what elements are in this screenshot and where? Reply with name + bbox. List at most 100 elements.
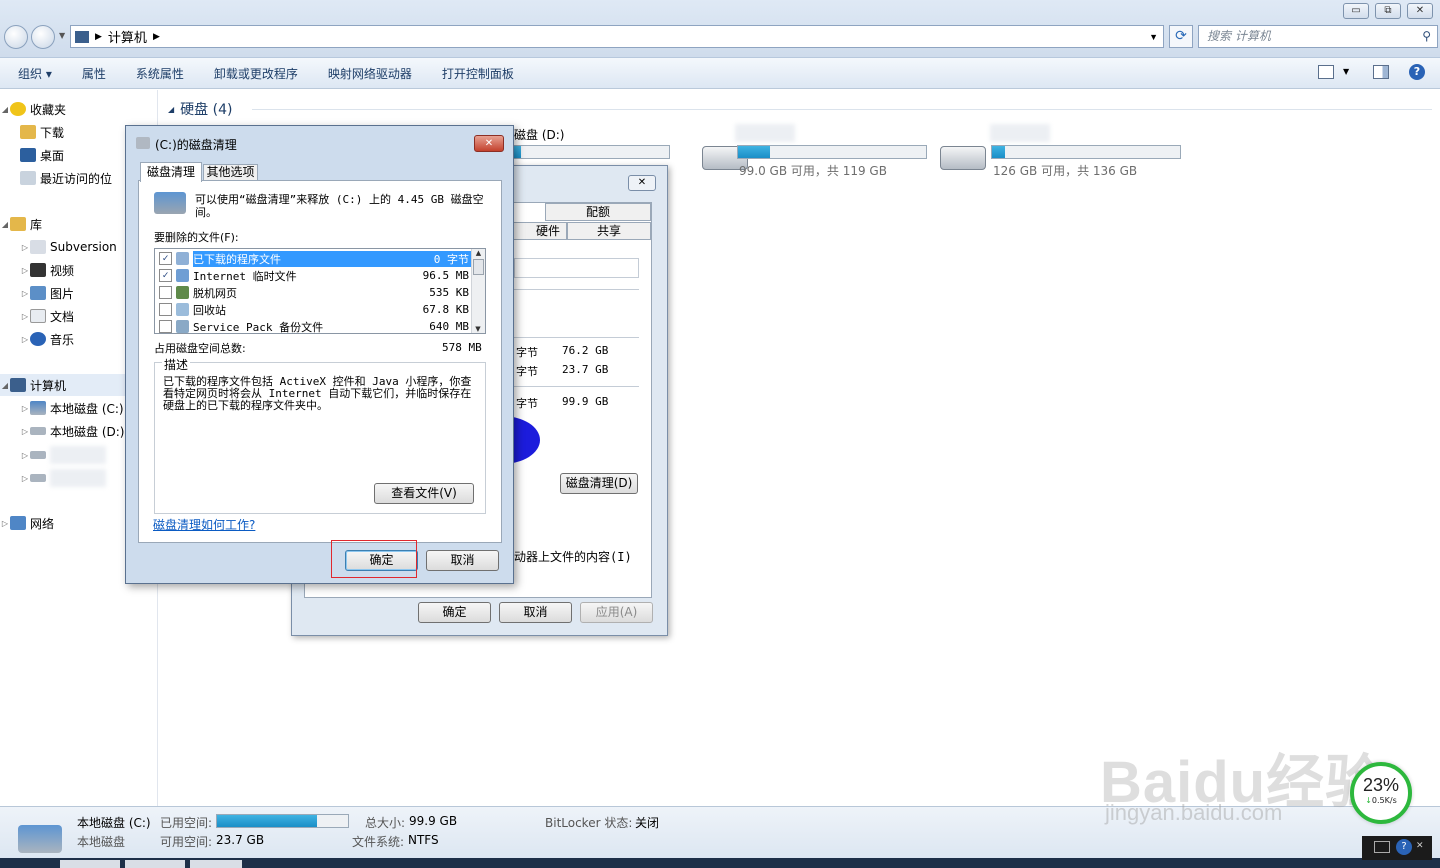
scroll-up-icon[interactable]: ▲ — [472, 249, 485, 257]
taskbar-button[interactable] — [190, 860, 242, 868]
view-options-icon[interactable] — [1318, 65, 1334, 79]
cancel-button[interactable]: 取消 — [499, 602, 572, 623]
section-header[interactable]: ◢ 硬盘 (4) — [168, 99, 232, 119]
close-button[interactable]: ✕ — [628, 175, 656, 191]
tray-close-icon[interactable]: ✕ — [1416, 841, 1424, 851]
uninstall-program-button[interactable]: 卸载或更改程序 — [214, 65, 298, 82]
nav-network[interactable]: ▷ 网络 — [0, 512, 54, 534]
file-row[interactable]: 脱机网页 535 KB — [159, 284, 475, 301]
view-files-button[interactable]: 查看文件(V) — [374, 483, 474, 504]
index-option-label[interactable]: 动器上文件的内容(I) — [514, 548, 632, 565]
maximize-button[interactable]: ⧉ — [1375, 3, 1401, 19]
address-dropdown-icon[interactable]: ▼ — [1149, 32, 1158, 42]
bitlocker-value: 关闭 — [635, 816, 660, 830]
expand-arrow-icon[interactable]: ▷ — [20, 427, 30, 436]
tab-disk-cleanup[interactable]: 磁盘清理 — [140, 162, 202, 182]
minimize-button[interactable]: ▭ — [1343, 3, 1369, 19]
nav-music[interactable]: ▷ 音乐 — [20, 328, 74, 350]
breadcrumb-computer[interactable]: 计算机 — [108, 27, 147, 46]
open-control-panel-button[interactable]: 打开控制面板 — [442, 65, 514, 82]
expand-arrow-icon[interactable]: ▷ — [20, 243, 30, 252]
expand-arrow-icon[interactable]: ▷ — [20, 312, 30, 321]
scrollbar[interactable]: ▲ ▼ — [471, 249, 485, 333]
file-row[interactable]: ✓ Internet 临时文件 96.5 MB — [159, 267, 475, 284]
drive-name-field[interactable] — [514, 258, 639, 278]
help-icon[interactable]: ? — [1396, 839, 1412, 855]
nav-favorites[interactable]: ◢ 收藏夹 — [0, 98, 66, 120]
file-row[interactable]: Service Pack 备份文件 640 MB — [159, 318, 475, 335]
expand-arrow-icon[interactable]: ◢ — [0, 105, 10, 114]
nav-libraries[interactable]: ◢ 库 — [0, 213, 42, 235]
close-button[interactable]: ✕ — [1407, 3, 1433, 19]
nav-recent-places[interactable]: 最近访问的位 — [20, 167, 112, 189]
nav-videos[interactable]: ▷ 视频 — [20, 259, 74, 281]
expand-arrow-icon[interactable]: ▷ — [20, 335, 30, 344]
music-note-icon — [30, 332, 46, 346]
used-space-bar — [216, 814, 349, 828]
network-speed-widget[interactable]: 23% ↓0.5K/s — [1350, 762, 1412, 824]
preview-pane-icon[interactable] — [1373, 65, 1389, 79]
taskbar-button[interactable] — [60, 860, 120, 868]
file-row[interactable]: 回收站 67.8 KB — [159, 301, 475, 318]
collapse-arrow-icon[interactable]: ◢ — [168, 105, 174, 114]
expand-arrow-icon[interactable]: ◢ — [0, 220, 10, 229]
tab-hardware[interactable]: 硬件 — [512, 222, 567, 240]
scroll-thumb[interactable] — [473, 259, 484, 275]
nav-drive-c[interactable]: ▷ 本地磁盘 (C:) — [20, 397, 124, 419]
nav-drive-d[interactable]: ▷ 本地磁盘 (D:) — [20, 420, 125, 442]
map-network-drive-button[interactable]: 映射网络驱动器 — [328, 65, 412, 82]
address-bar[interactable]: ▶ 计算机 ▶ ▼ — [70, 25, 1164, 48]
properties-button[interactable]: 属性 — [82, 65, 106, 82]
search-icon[interactable]: ⚲ — [1422, 26, 1431, 47]
close-button[interactable]: ✕ — [474, 135, 504, 152]
hard-drive-icon[interactable] — [940, 146, 986, 170]
file-checkbox[interactable]: ✓ — [159, 269, 172, 282]
help-link[interactable]: 磁盘清理如何工作? — [153, 516, 255, 533]
nav-downloads[interactable]: 下载 — [20, 121, 64, 143]
back-button[interactable] — [4, 25, 28, 49]
ok-button[interactable]: 确定 — [418, 602, 491, 623]
taskbar-button[interactable] — [125, 860, 185, 868]
search-input[interactable]: 搜索 计算机 ⚲ — [1198, 25, 1438, 48]
keyboard-icon[interactable] — [1374, 841, 1390, 853]
file-checkbox[interactable] — [159, 286, 172, 299]
blurred-label — [50, 446, 106, 464]
search-placeholder: 搜索 计算机 — [1207, 29, 1271, 43]
organize-menu[interactable]: 组织 ▾ — [18, 65, 52, 82]
breadcrumb-arrow-icon[interactable]: ▶ — [153, 31, 160, 42]
file-checkbox[interactable]: ✓ — [159, 252, 172, 265]
file-checkbox[interactable] — [159, 303, 172, 316]
cancel-button[interactable]: 取消 — [426, 550, 499, 571]
expand-arrow-icon[interactable]: ▷ — [20, 266, 30, 275]
forward-button[interactable] — [31, 25, 55, 49]
nav-label: 文档 — [50, 309, 75, 324]
expand-arrow-icon[interactable]: ▷ — [0, 519, 10, 528]
system-properties-button[interactable]: 系统属性 — [136, 65, 184, 82]
drive-d-label[interactable]: 磁盘 (D:) — [514, 126, 564, 143]
nav-documents[interactable]: ▷ 文档 — [20, 305, 74, 327]
nav-desktop[interactable]: 桌面 — [20, 144, 64, 166]
expand-arrow-icon[interactable]: ◢ — [0, 381, 10, 390]
view-dropdown-icon[interactable]: ▼ — [1343, 67, 1349, 76]
nav-subversion[interactable]: ▷ Subversion — [20, 236, 117, 258]
scroll-down-icon[interactable]: ▼ — [472, 325, 484, 333]
help-icon[interactable]: ? — [1409, 64, 1425, 80]
tab-more-options[interactable]: 其他选项 — [203, 164, 258, 181]
refresh-button[interactable]: ⟳ — [1169, 25, 1193, 48]
file-category-icon — [176, 320, 189, 333]
expand-arrow-icon[interactable]: ▷ — [20, 404, 30, 413]
file-row[interactable]: ✓ 已下载的程序文件 0 字节 — [159, 250, 475, 267]
nav-drive-4[interactable]: ▷ — [20, 467, 106, 489]
tab-quota[interactable]: 配额 — [545, 203, 651, 221]
expand-arrow-icon[interactable]: ▷ — [20, 474, 30, 483]
recent-pages-dropdown-icon[interactable]: ▼ — [59, 31, 65, 40]
nav-pictures[interactable]: ▷ 图片 — [20, 282, 74, 304]
expand-arrow-icon[interactable]: ▷ — [20, 451, 30, 460]
file-checkbox[interactable] — [159, 320, 172, 333]
nav-drive-3[interactable]: ▷ — [20, 444, 106, 466]
drive-3-blurred-name — [735, 124, 795, 142]
expand-arrow-icon[interactable]: ▷ — [20, 289, 30, 298]
apply-button[interactable]: 应用(A) — [580, 602, 653, 623]
tab-share[interactable]: 共享 — [567, 222, 651, 240]
disk-cleanup-button[interactable]: 磁盘清理(D) — [560, 473, 638, 494]
